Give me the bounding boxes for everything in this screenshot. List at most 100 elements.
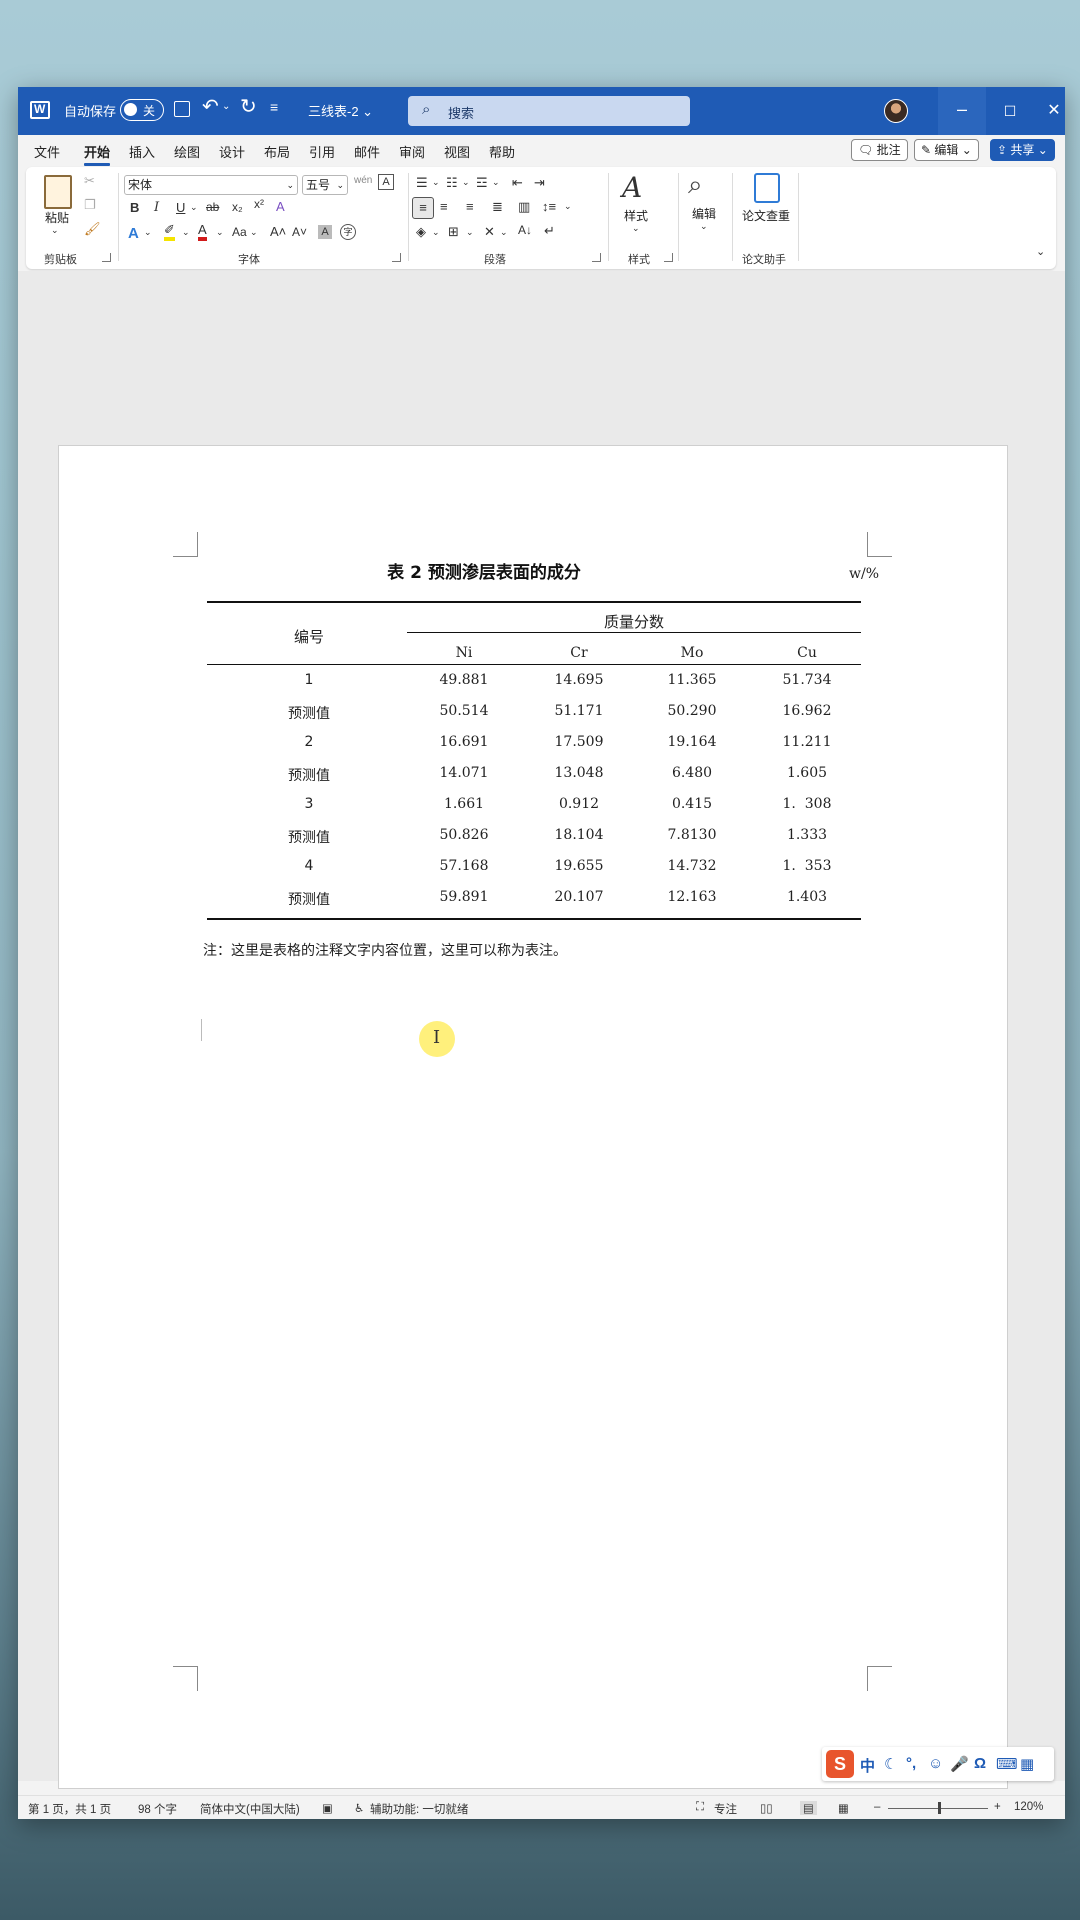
- maximize-button[interactable]: ☐: [986, 87, 1034, 135]
- decrease-indent-icon[interactable]: ⇤: [512, 175, 523, 191]
- proofing-icon[interactable]: ▣: [322, 1801, 333, 1815]
- tab-draw[interactable]: 绘图: [174, 142, 200, 161]
- borders-dropdown-icon[interactable]: ⌄: [466, 227, 474, 238]
- styles-dropdown-icon[interactable]: ⌄: [632, 223, 640, 234]
- clipboard-launcher-icon[interactable]: [102, 253, 111, 262]
- sogou-logo-icon[interactable]: S: [826, 1750, 854, 1778]
- language-status[interactable]: 简体中文(中国大陆): [200, 1801, 300, 1817]
- print-layout-icon[interactable]: ▤: [800, 1801, 817, 1815]
- bullets-dropdown-icon[interactable]: ⌄: [432, 177, 440, 188]
- zoom-in-icon[interactable]: +: [994, 1801, 1001, 1813]
- emoji-icon[interactable]: ☺: [928, 1755, 943, 1772]
- ime-toolbar[interactable]: S 中 ☾ °, ☺ 🎤 Ω ⌨ ▦: [822, 1747, 1054, 1781]
- italic-icon[interactable]: I: [154, 200, 159, 215]
- font-color-dropdown-icon[interactable]: ⌄: [216, 227, 224, 238]
- undo-dropdown-icon[interactable]: ⌄: [222, 101, 230, 112]
- moon-icon[interactable]: ☾: [884, 1755, 897, 1773]
- editing-dropdown-icon[interactable]: ⌄: [700, 221, 708, 232]
- zoom-level[interactable]: 120%: [1014, 1801, 1043, 1813]
- copy-icon[interactable]: ❐: [84, 197, 96, 213]
- read-mode-icon[interactable]: ▯▯: [760, 1801, 773, 1815]
- accessibility-status[interactable]: 辅助功能: 一切就绪: [370, 1801, 468, 1817]
- chinese-layout-dropdown-icon[interactable]: ⌄: [500, 227, 508, 238]
- line-spacing-dropdown-icon[interactable]: ⌄: [564, 201, 572, 212]
- font-launcher-icon[interactable]: [392, 253, 401, 262]
- save-icon[interactable]: [174, 101, 190, 117]
- bullets-icon[interactable]: ☰: [416, 175, 428, 191]
- minimize-button[interactable]: –: [938, 87, 986, 135]
- subscript-icon[interactable]: x₂: [232, 200, 243, 214]
- numbering-icon[interactable]: ☷: [446, 175, 458, 191]
- zoom-slider-thumb[interactable]: [938, 1802, 941, 1814]
- shading-icon[interactable]: ◈: [416, 224, 426, 240]
- tab-references[interactable]: 引用: [309, 142, 335, 161]
- undo-icon[interactable]: ↶: [202, 97, 219, 117]
- paper-check-icon[interactable]: [754, 173, 780, 203]
- zoom-out-icon[interactable]: –: [874, 1801, 880, 1813]
- change-case-icon[interactable]: Aa: [232, 225, 247, 239]
- paste-label[interactable]: 粘贴: [45, 209, 69, 226]
- grow-font-icon[interactable]: A˄: [270, 224, 286, 239]
- redo-icon[interactable]: ↻: [240, 97, 257, 117]
- editing-mode-button[interactable]: ✎ 编辑 ⌄: [914, 139, 979, 161]
- multilevel-list-icon[interactable]: ☲: [476, 175, 488, 191]
- increase-indent-icon[interactable]: ⇥: [534, 175, 545, 191]
- share-button[interactable]: ⇪ 共享 ⌄: [990, 139, 1055, 161]
- tab-help[interactable]: 帮助: [489, 142, 515, 161]
- user-avatar[interactable]: [884, 99, 908, 123]
- superscript-icon[interactable]: x²: [254, 197, 264, 211]
- close-button[interactable]: ✕: [1034, 87, 1065, 135]
- paragraph-launcher-icon[interactable]: [592, 253, 601, 262]
- word-count[interactable]: 98 个字: [138, 1801, 177, 1817]
- document-title[interactable]: 三线表-2 ⌄: [308, 101, 373, 120]
- align-center-icon[interactable]: ≡: [440, 199, 448, 214]
- shading-dropdown-icon[interactable]: ⌄: [432, 227, 440, 238]
- paste-icon[interactable]: [44, 175, 72, 209]
- text-effects-dropdown-icon[interactable]: ⌄: [144, 227, 152, 238]
- customize-qat-icon[interactable]: ≡: [270, 99, 278, 115]
- web-layout-icon[interactable]: ▦: [838, 1801, 849, 1815]
- keyboard-icon[interactable]: ⌨: [996, 1755, 1018, 1773]
- tab-file[interactable]: 文件: [34, 142, 60, 161]
- align-right-icon[interactable]: ≡: [466, 199, 474, 214]
- line-spacing-icon[interactable]: ↕≡: [542, 199, 556, 214]
- char-border-icon[interactable]: A: [378, 174, 394, 190]
- autosave-toggle[interactable]: 关: [120, 99, 164, 121]
- ime-language[interactable]: 中: [860, 1755, 875, 1776]
- styles-label[interactable]: 样式: [624, 207, 648, 224]
- multilevel-dropdown-icon[interactable]: ⌄: [492, 177, 500, 188]
- font-name-select[interactable]: 宋体 ⌄: [124, 175, 298, 195]
- microphone-icon[interactable]: 🎤: [950, 1755, 969, 1773]
- tab-layout[interactable]: 布局: [264, 142, 290, 161]
- text-effects-icon[interactable]: A: [128, 225, 139, 242]
- highlight-icon[interactable]: ✐: [164, 223, 175, 241]
- tab-design[interactable]: 设计: [219, 142, 245, 161]
- collapse-ribbon-icon[interactable]: ⌄: [1036, 245, 1045, 258]
- punctuation-icon[interactable]: °,: [906, 1755, 916, 1772]
- tab-insert[interactable]: 插入: [129, 142, 155, 161]
- styles-launcher-icon[interactable]: [664, 253, 673, 262]
- format-painter-icon[interactable]: 🖌: [84, 221, 101, 237]
- focus-icon[interactable]: ⛶: [696, 1801, 704, 1814]
- omega-icon[interactable]: Ω: [974, 1755, 986, 1772]
- apps-grid-icon[interactable]: ▦: [1020, 1755, 1034, 1773]
- accessibility-icon[interactable]: ♿: [354, 1801, 364, 1815]
- justify-icon[interactable]: ≣: [492, 199, 503, 215]
- sort-icon[interactable]: A↓: [518, 223, 532, 237]
- styles-icon[interactable]: A: [622, 171, 642, 204]
- shrink-font-icon[interactable]: A˅: [292, 225, 307, 239]
- numbering-dropdown-icon[interactable]: ⌄: [462, 177, 470, 188]
- focus-label[interactable]: 专注: [714, 1801, 737, 1817]
- underline-icon[interactable]: U: [176, 200, 185, 215]
- page-count[interactable]: 第 1 页，共 1 页: [28, 1801, 111, 1817]
- chinese-layout-icon[interactable]: ✕: [484, 224, 495, 240]
- editing-label[interactable]: 编辑: [692, 205, 716, 222]
- find-icon[interactable]: ⌕: [688, 169, 703, 201]
- font-color-icon[interactable]: A: [198, 223, 207, 241]
- highlight-dropdown-icon[interactable]: ⌄: [182, 227, 190, 238]
- distributed-icon[interactable]: ▥: [518, 199, 530, 215]
- clear-formatting-icon[interactable]: A: [276, 199, 285, 214]
- cut-icon[interactable]: ✂: [84, 173, 95, 189]
- comment-button[interactable]: 🗨 批注: [851, 139, 908, 161]
- phonetic-guide-icon[interactable]: wén: [354, 175, 372, 186]
